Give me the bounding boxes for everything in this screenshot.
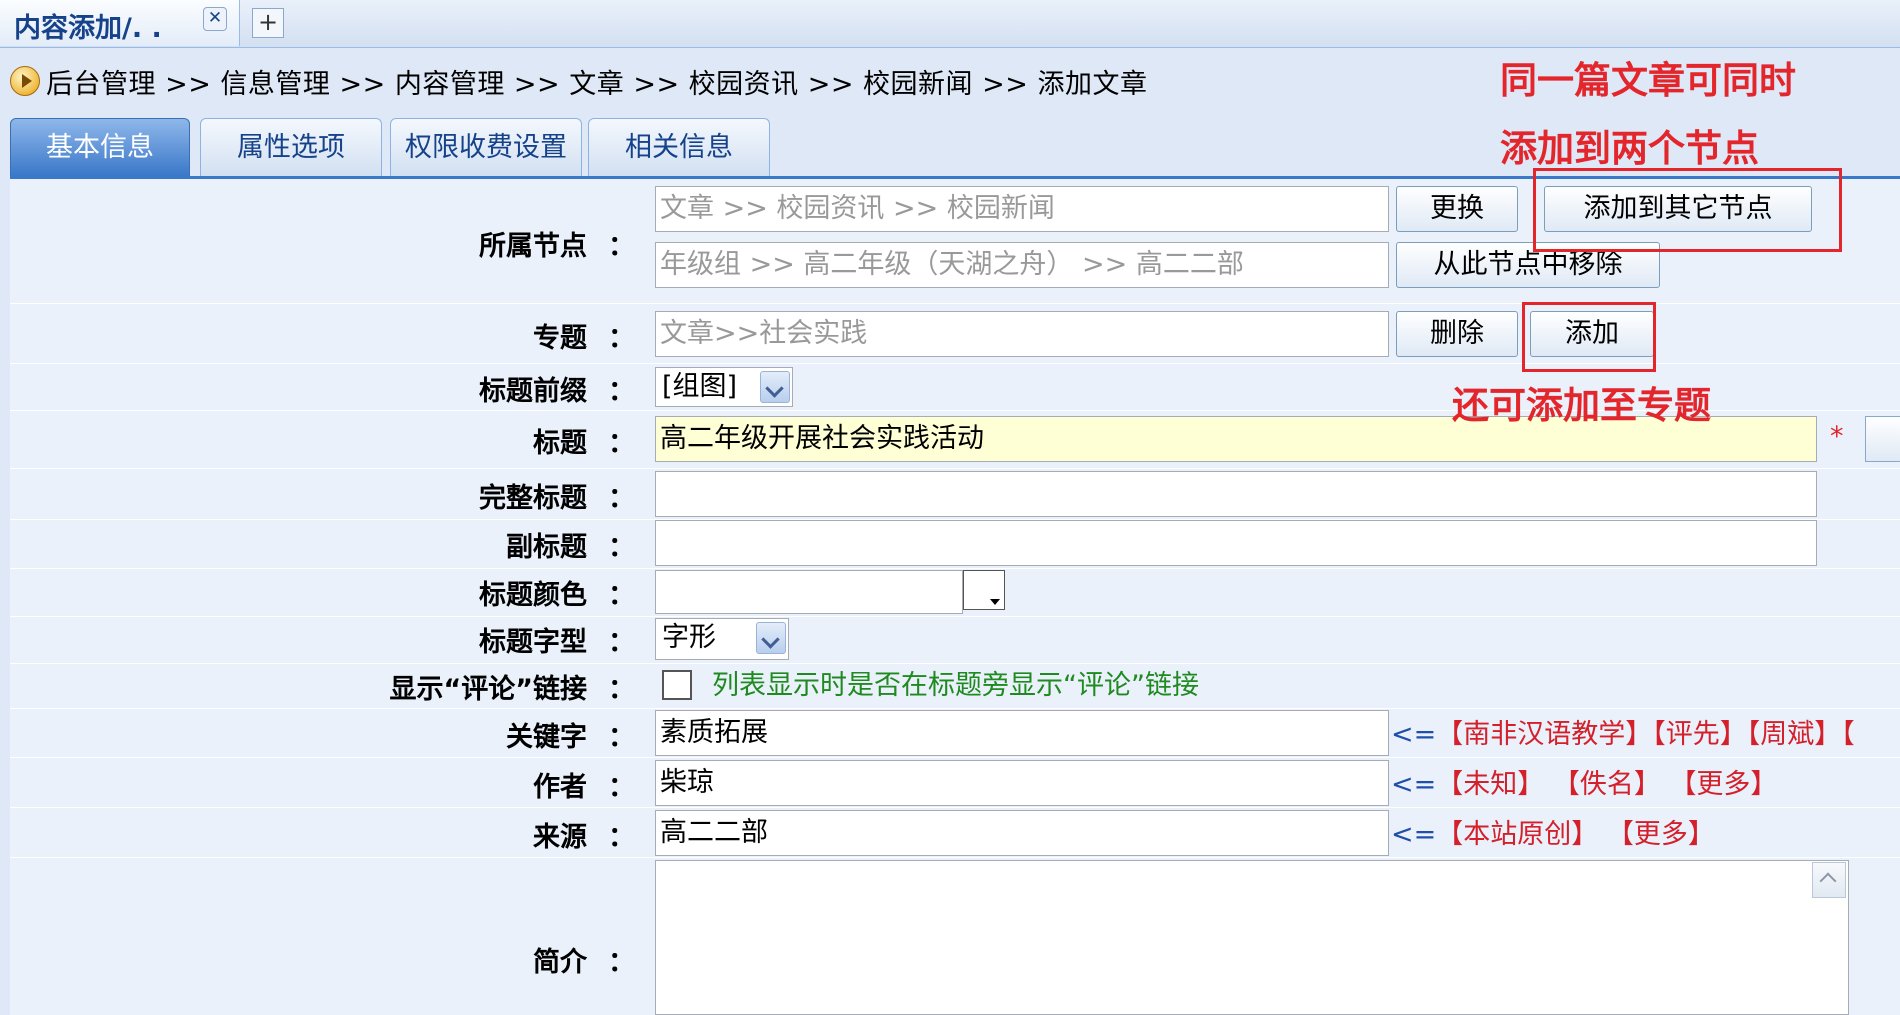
author-input[interactable]: 柴琼 <box>655 760 1389 806</box>
title-colon: ： <box>608 428 635 459</box>
keywords-label: 关键字 <box>506 722 587 753</box>
author-quick-links: <=【未知】 【佚名】 【更多】 <box>1391 762 1777 801</box>
row-separator <box>10 616 1900 617</box>
annotation-multi-node-line1: 同一篇文章可同时 <box>1500 59 1796 102</box>
node-colon: ： <box>608 231 635 262</box>
delete-topic-button[interactable]: 删除 <box>1396 311 1518 357</box>
full-title-label: 完整标题 <box>479 483 587 514</box>
keyword-quick-link[interactable]: 【南非汉语教学】 <box>1436 719 1652 750</box>
color-picker-icon[interactable] <box>963 570 1005 610</box>
row-separator <box>10 708 1900 709</box>
source-quick-link[interactable]: 【更多】 <box>1607 819 1715 850</box>
author-quick-link[interactable]: 【更多】 <box>1669 769 1777 800</box>
title-color-colon: ： <box>608 580 635 611</box>
author-label: 作者 <box>533 772 587 803</box>
keywords-input[interactable]: 素质拓展 <box>655 710 1389 756</box>
annotation-add-topic: 还可添加至专题 <box>1452 384 1711 427</box>
source-colon: ： <box>608 822 635 853</box>
close-tab-icon[interactable]: ✕ <box>203 7 227 31</box>
source-label: 来源 <box>533 822 587 853</box>
show-comment-checkbox[interactable] <box>662 670 692 700</box>
title-check-button[interactable] <box>1865 416 1900 462</box>
keywords-colon: ： <box>608 722 635 753</box>
topic-field[interactable]: 文章>>社会实践 <box>655 311 1389 357</box>
node-field-secondary[interactable]: 年级组 >> 高二年级（天湖之舟） >> 高二二部 <box>655 242 1389 288</box>
source-quick-links: <=【本站原创】 【更多】 <box>1391 812 1715 851</box>
source-input[interactable]: 高二二部 <box>655 810 1389 856</box>
breadcrumb: 后台管理 >> 信息管理 >> 内容管理 >> 文章 >> 校园资讯 >> 校园… <box>10 58 1147 104</box>
node-field-primary[interactable]: 文章 >> 校园资讯 >> 校园新闻 <box>655 186 1389 232</box>
tab-attribute-options[interactable]: 属性选项 <box>200 118 382 176</box>
document-tab-title: 内容添加/. . <box>14 13 162 44</box>
intro-label: 简介 <box>533 947 587 978</box>
required-mark: * <box>1830 421 1844 452</box>
row-separator <box>10 468 1900 469</box>
title-font-colon: ： <box>608 627 635 658</box>
title-label: 标题 <box>533 428 587 459</box>
keyword-quick-link[interactable]: 【 <box>1841 719 1855 750</box>
tab-basic-info[interactable]: 基本信息 <box>10 118 190 176</box>
title-font-value: 字形 <box>662 622 716 653</box>
chevron-down-icon[interactable] <box>756 622 786 654</box>
subtitle-input[interactable] <box>655 520 1817 566</box>
title-color-label: 标题颜色 <box>479 580 587 611</box>
intro-textarea[interactable] <box>655 860 1849 1015</box>
scroll-up-arrow-icon[interactable] <box>1812 862 1846 898</box>
show-comment-hint: 列表显示时是否在标题旁显示“评论”链接 <box>712 670 1199 701</box>
document-tab-content-add[interactable]: 内容添加/. . ✕ <box>0 0 240 46</box>
title-font-label: 标题字型 <box>479 627 587 658</box>
new-tab-plus-icon[interactable]: + <box>252 8 284 38</box>
keywords-quick-links: <=【南非汉语教学】【评先】【周斌】【 <box>1391 712 1855 751</box>
change-node-button[interactable]: 更换 <box>1396 186 1518 232</box>
keyword-quick-link[interactable]: 【评先】 <box>1652 719 1747 750</box>
title-font-select[interactable]: 字形 <box>655 618 789 660</box>
insert-arrow-icon: <= <box>1391 769 1437 800</box>
annotation-highlight-box-topic <box>1522 302 1656 372</box>
full-title-colon: ： <box>608 483 635 514</box>
author-quick-link[interactable]: 【佚名】 <box>1553 769 1661 800</box>
title-prefix-value: [组图] <box>662 371 738 402</box>
author-quick-link[interactable]: 【未知】 <box>1436 769 1544 800</box>
title-prefix-label: 标题前缀 <box>479 376 587 407</box>
title-color-input[interactable] <box>655 570 963 614</box>
show-comment-label: 显示“评论”链接 <box>389 674 588 705</box>
row-separator <box>10 568 1900 569</box>
insert-arrow-icon: <= <box>1391 719 1437 750</box>
intro-colon: ： <box>608 947 635 978</box>
window-tab-strip: 内容添加/. . ✕ + <box>0 0 1900 48</box>
row-separator <box>10 807 1900 808</box>
subtitle-colon: ： <box>608 532 635 563</box>
annotation-multi-node-line2: 添加到两个节点 <box>1500 127 1759 170</box>
node-label: 所属节点 <box>479 231 587 262</box>
topic-colon: ： <box>608 323 635 354</box>
tab-permission-fee-settings[interactable]: 权限收费设置 <box>390 118 582 176</box>
show-comment-colon: ： <box>608 674 635 705</box>
full-title-input[interactable] <box>655 471 1817 517</box>
annotation-highlight-box-node <box>1533 168 1842 252</box>
insert-arrow-icon: <= <box>1391 819 1437 850</box>
location-arrow-icon <box>10 66 40 96</box>
subtitle-label: 副标题 <box>506 532 587 563</box>
tab-related-info[interactable]: 相关信息 <box>588 118 770 176</box>
row-separator <box>10 857 1900 858</box>
author-colon: ： <box>608 772 635 803</box>
topic-label: 专题 <box>533 323 587 354</box>
breadcrumb-path: 后台管理 >> 信息管理 >> 内容管理 >> 文章 >> 校园资讯 >> 校园… <box>46 68 1148 100</box>
title-prefix-colon: ： <box>608 376 635 407</box>
row-separator <box>10 757 1900 758</box>
title-prefix-select[interactable]: [组图] <box>655 367 793 407</box>
keyword-quick-link[interactable]: 【周斌】 <box>1747 719 1842 750</box>
source-quick-link[interactable]: 【本站原创】 <box>1436 819 1598 850</box>
chevron-down-icon[interactable] <box>760 371 790 403</box>
